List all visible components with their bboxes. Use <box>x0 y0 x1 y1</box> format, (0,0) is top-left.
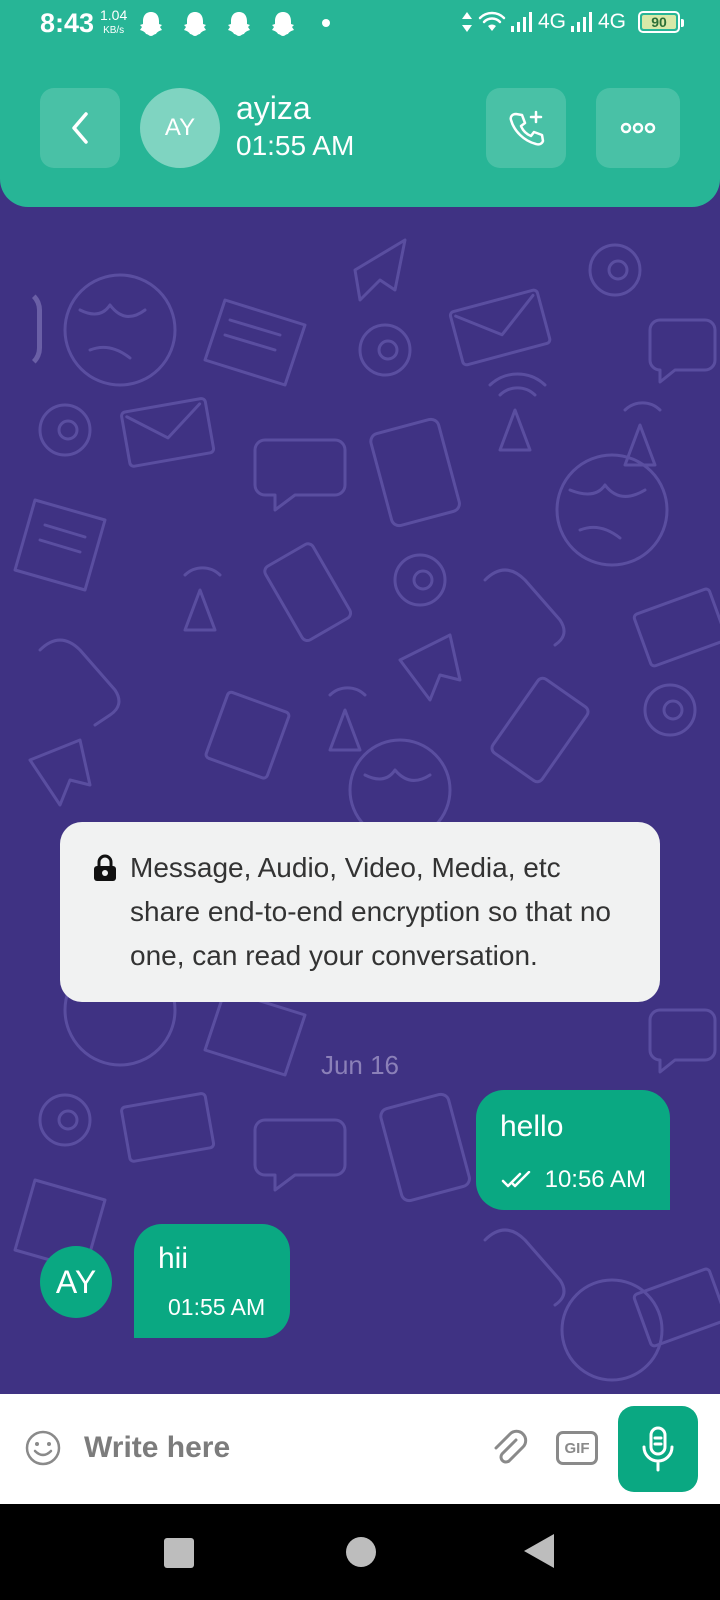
add-call-icon <box>509 110 545 146</box>
signal-icon <box>510 12 532 32</box>
status-time: 8:43 <box>40 8 95 38</box>
voice-record-button[interactable] <box>618 1406 698 1492</box>
system-nav-bar <box>0 1504 720 1600</box>
network-speed: 1.04 KB/s <box>100 8 127 38</box>
network-speed-unit: KB/s <box>103 25 125 36</box>
more-options-button[interactable] <box>596 88 680 168</box>
data-transfer-icon <box>461 12 472 32</box>
message-time: 10:56 AM <box>544 1166 646 1193</box>
double-check-icon <box>501 1171 530 1188</box>
message-time: 01:55 AM <box>168 1294 266 1320</box>
more-notifications-dot <box>322 19 330 27</box>
more-horizontal-icon <box>620 122 656 134</box>
snapchat-icon <box>140 12 162 36</box>
message-text: hii <box>158 1242 189 1275</box>
status-right: 4G 4G 90 <box>460 10 684 34</box>
network-type-2: 4G <box>597 10 626 33</box>
contact-last-seen: 01:55 AM <box>236 130 355 161</box>
back-button[interactable] <box>40 88 120 168</box>
wallpaper-pattern <box>13 238 720 1382</box>
contact-avatar[interactable]: AY <box>140 88 220 168</box>
chat-wallpaper <box>0 180 720 1395</box>
status-bar: 8:43 1.04 KB/s 4G 4G 90 <box>0 0 720 50</box>
notification-icons <box>136 10 298 38</box>
outgoing-message[interactable]: hello 10:56 AM <box>476 1090 670 1210</box>
system-back-button[interactable] <box>524 1534 554 1568</box>
microphone-icon <box>642 1426 674 1472</box>
snapchat-icon <box>272 12 294 36</box>
battery-level: 90 <box>651 14 667 30</box>
encryption-notice-text: Message, Audio, Video, Media, etc share … <box>130 852 611 971</box>
network-speed-value: 1.04 <box>100 7 128 23</box>
date-separator: Jun 16 <box>320 1050 400 1080</box>
gif-button[interactable]: GIF <box>556 1431 598 1465</box>
recents-button[interactable] <box>164 1538 194 1568</box>
network-type-1: 4G <box>537 10 566 33</box>
emoji-icon[interactable] <box>24 1429 62 1467</box>
message-composer: GIF <box>0 1394 720 1504</box>
sender-avatar[interactable]: AY <box>40 1246 112 1318</box>
chat-header: 8:43 1.04 KB/s 4G 4G 90 AY ayiza 01:55 A… <box>0 0 720 207</box>
chevron-left-icon <box>72 112 88 144</box>
signal-icon <box>570 12 592 32</box>
paperclip-icon[interactable] <box>488 1428 530 1470</box>
contact-name[interactable]: ayiza <box>236 90 311 127</box>
snapchat-icon <box>184 12 206 36</box>
message-input[interactable] <box>84 1422 464 1474</box>
message-meta: 10:56 AM <box>501 1166 646 1194</box>
message-text: hello <box>500 1110 564 1143</box>
home-button[interactable] <box>346 1537 376 1567</box>
wifi-icon <box>478 11 506 31</box>
snapchat-icon <box>228 12 250 36</box>
battery-indicator: 90 <box>638 11 684 33</box>
encryption-notice: Message, Audio, Video, Media, etc share … <box>60 822 660 1002</box>
lock-icon <box>94 854 116 881</box>
add-call-button[interactable] <box>486 88 566 168</box>
incoming-message[interactable]: hii 01:55 AM <box>134 1224 290 1338</box>
scroll-indicator[interactable] <box>20 288 42 370</box>
